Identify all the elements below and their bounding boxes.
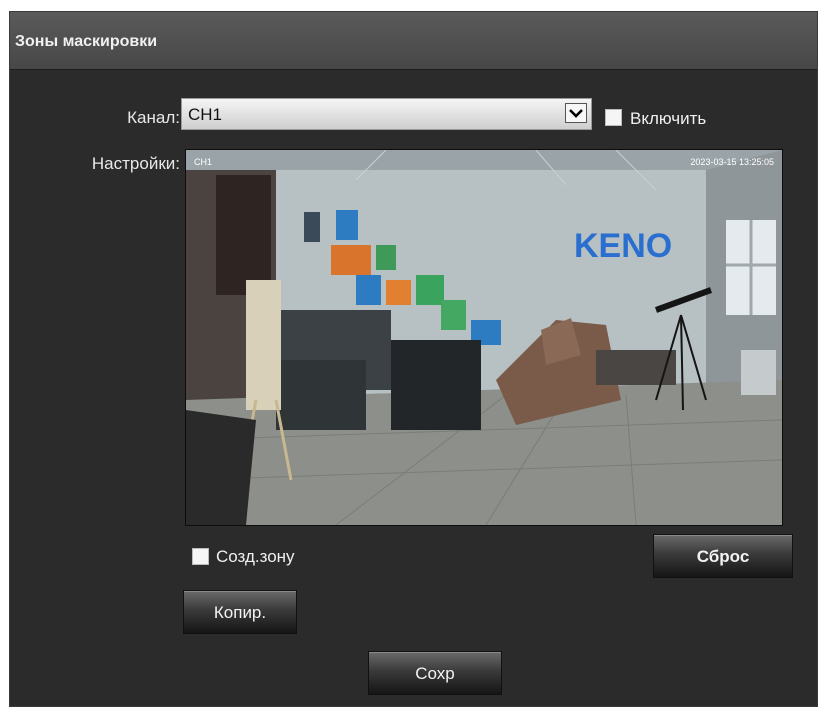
page-title: Зоны маскировки <box>15 33 158 50</box>
overlay-timestamp: 2023-03-15 13:25:05 <box>690 157 774 167</box>
enable-label: Включить <box>630 109 707 128</box>
copy-button[interactable]: Копир. <box>183 590 297 634</box>
channel-select-value: CH1 <box>188 105 223 124</box>
create-zone-checkbox[interactable] <box>192 548 209 565</box>
settings-label: Настройки: <box>91 154 180 173</box>
chevron-down-icon[interactable] <box>565 103 587 123</box>
masking-zones-panel: Зоны маскировки Канал: CH1 Включить Наст… <box>9 11 818 707</box>
channel-label: Канал: <box>127 108 180 127</box>
camera-preview[interactable]: KENO CH1 2023-03-15 13:25:05 <box>185 149 783 526</box>
panel-header: Зоны маскировки <box>10 12 817 70</box>
channel-select[interactable]: CH1 <box>181 98 592 130</box>
enable-checkbox[interactable] <box>605 109 622 126</box>
overlay-channel-text: CH1 <box>194 157 212 167</box>
save-button[interactable]: Сохр <box>368 651 502 695</box>
wall-logo: KENO <box>574 227 672 265</box>
create-zone-label: Созд.зону <box>216 547 295 566</box>
reset-button[interactable]: Сброс <box>653 534 793 578</box>
